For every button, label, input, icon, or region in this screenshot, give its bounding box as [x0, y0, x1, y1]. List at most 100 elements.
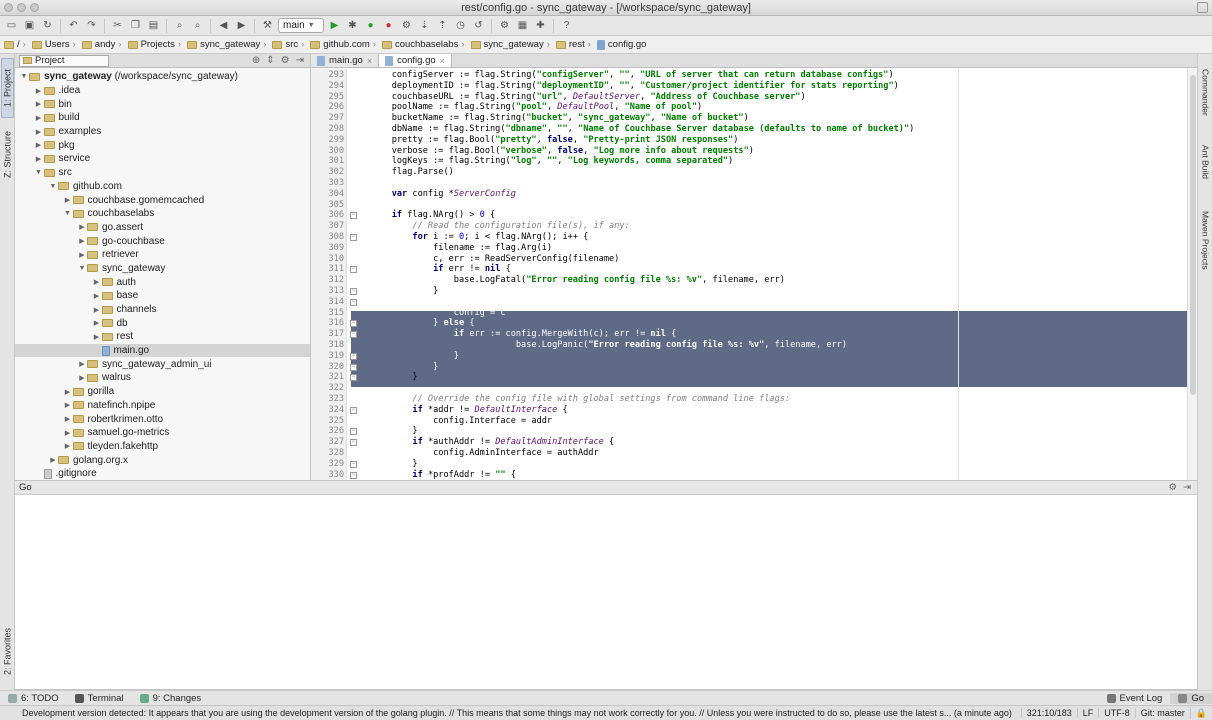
open-icon[interactable]: ▭: [4, 18, 19, 33]
tree-item[interactable]: ▶ golang.org.x: [15, 453, 310, 467]
fold-toggle-icon[interactable]: −: [350, 288, 357, 295]
tree-item[interactable]: ▶ channels: [15, 303, 310, 317]
tree-item[interactable]: ▶ walrus: [15, 371, 310, 385]
breadcrumb-item[interactable]: Projects ›: [127, 39, 181, 50]
hide-icon[interactable]: ⇥: [1183, 482, 1191, 493]
tree-item[interactable]: ▶ go-couchbase: [15, 234, 310, 248]
close-icon[interactable]: ×: [440, 56, 445, 66]
replace-icon[interactable]: ⌕: [190, 18, 205, 33]
project-structure-icon[interactable]: ▦: [515, 18, 530, 33]
vcs-commit-icon[interactable]: ⇡: [435, 18, 450, 33]
expanded-arrow-icon[interactable]: ▼: [77, 265, 87, 272]
code-area[interactable]: 293 configServer := flag.String("configS…: [311, 69, 1197, 480]
close-icon[interactable]: ×: [367, 56, 372, 66]
save-all-icon[interactable]: ▣: [22, 18, 37, 33]
editor-tab[interactable]: config.go ×: [379, 54, 452, 67]
fold-toggle-icon[interactable]: −: [350, 331, 357, 339]
forward-icon[interactable]: ▶: [234, 18, 249, 33]
collapsed-arrow-icon[interactable]: ▶: [77, 237, 87, 245]
collapsed-arrow-icon[interactable]: ▶: [63, 442, 73, 450]
fold-toggle-icon[interactable]: −: [350, 439, 357, 447]
tree-item[interactable]: ▼ github.com: [15, 180, 310, 194]
editor-scrollbar[interactable]: [1187, 69, 1197, 480]
undo-icon[interactable]: ↶: [66, 18, 81, 33]
tree-item[interactable]: ▶ samuel.go-metrics: [15, 426, 310, 440]
tab-terminal[interactable]: Terminal: [67, 693, 132, 704]
tree-item[interactable]: ▶ auth: [15, 275, 310, 289]
collapsed-arrow-icon[interactable]: ▶: [48, 456, 58, 464]
breadcrumb-item[interactable]: sync_gateway ›: [187, 39, 266, 50]
tree-item[interactable]: ▶ couchbase.gomemcached: [15, 193, 310, 207]
tree-item[interactable]: ▶ bin: [15, 97, 310, 111]
editor-tab[interactable]: main.go ×: [311, 54, 380, 67]
tab-changes[interactable]: 9: Changes: [132, 693, 210, 704]
copy-icon[interactable]: ❐: [128, 18, 143, 33]
collapsed-arrow-icon[interactable]: ▶: [92, 333, 102, 341]
settings-icon[interactable]: ⚙: [497, 18, 512, 33]
tab-ant-build[interactable]: Ant Build: [1199, 136, 1212, 188]
sync-icon[interactable]: ↻: [40, 18, 55, 33]
tab-todo[interactable]: 6: TODO: [0, 693, 67, 704]
gear-icon[interactable]: ⚙: [281, 55, 290, 66]
fold-toggle-icon[interactable]: −: [350, 374, 357, 382]
tree-item[interactable]: ▶ go.assert: [15, 221, 310, 235]
run-configuration-select[interactable]: main ▼: [278, 18, 324, 33]
breadcrumb-item[interactable]: github.com ›: [310, 39, 376, 50]
help-icon[interactable]: ?: [559, 18, 574, 33]
collapsed-arrow-icon[interactable]: ▶: [34, 141, 44, 149]
sync-scroll-icon[interactable]: ⊕: [252, 55, 260, 66]
vcs-revert-icon[interactable]: ↺: [471, 18, 486, 33]
collapsed-arrow-icon[interactable]: ▶: [92, 319, 102, 327]
expanded-arrow-icon[interactable]: ▼: [34, 169, 44, 176]
tab-project[interactable]: 1: Project: [1, 58, 14, 118]
collapsed-arrow-icon[interactable]: ▶: [63, 196, 73, 204]
collapsed-arrow-icon[interactable]: ▶: [34, 100, 44, 108]
coverage-icon[interactable]: ●: [363, 18, 378, 33]
collapsed-arrow-icon[interactable]: ▶: [77, 360, 87, 368]
expanded-arrow-icon[interactable]: ▼: [63, 210, 73, 217]
collapsed-arrow-icon[interactable]: ▶: [63, 429, 73, 437]
line-separator[interactable]: LF: [1076, 708, 1099, 718]
vcs-history-icon[interactable]: ◷: [453, 18, 468, 33]
debug-icon[interactable]: ✱: [345, 18, 360, 33]
fold-toggle-icon[interactable]: −: [350, 298, 357, 306]
collapsed-arrow-icon[interactable]: ▶: [92, 306, 102, 314]
scrollbar-thumb[interactable]: [1190, 75, 1196, 395]
collapse-all-icon[interactable]: ⇕: [266, 55, 274, 66]
breadcrumb-item[interactable]: couchbaselabs ›: [381, 39, 465, 50]
breadcrumb-item[interactable]: config.go: [596, 39, 646, 50]
tab-structure[interactable]: Z: Structure: [1, 122, 14, 186]
tree-item[interactable]: ▶ tleyden.fakehttp: [15, 440, 310, 454]
go-tool-window[interactable]: [15, 495, 1197, 690]
collapsed-arrow-icon[interactable]: ▶: [34, 114, 44, 122]
breadcrumb-item[interactable]: sync_gateway ›: [470, 39, 550, 50]
tree-item[interactable]: ▶ examples: [15, 125, 310, 139]
tree-item[interactable]: ▶ db: [15, 316, 310, 330]
breadcrumb-item[interactable]: src ›: [272, 39, 304, 50]
breadcrumb-item[interactable]: / ›: [4, 39, 26, 50]
redo-icon[interactable]: ↷: [84, 18, 99, 33]
breadcrumb-item[interactable]: andy ›: [81, 39, 122, 50]
expanded-arrow-icon[interactable]: ▼: [48, 183, 58, 190]
tree-item[interactable]: ▶ .idea: [15, 84, 310, 98]
fold-toggle-icon[interactable]: −: [350, 406, 357, 414]
fold-toggle-icon[interactable]: −: [350, 352, 357, 360]
fold-toggle-icon[interactable]: −: [350, 266, 357, 274]
gear-icon[interactable]: ⚙: [1169, 482, 1178, 493]
fold-toggle-icon[interactable]: −: [350, 428, 357, 436]
lock-icon[interactable]: 🔒: [1189, 707, 1212, 719]
profiler-icon[interactable]: ⚙: [399, 18, 414, 33]
collapsed-arrow-icon[interactable]: ▶: [77, 374, 87, 382]
caret-position[interactable]: 321:10/183: [1020, 708, 1077, 718]
tree-item[interactable]: ▶ service: [15, 152, 310, 166]
collapsed-arrow-icon[interactable]: ▶: [63, 415, 73, 423]
tree-item[interactable]: main.go: [15, 343, 310, 358]
collapsed-arrow-icon[interactable]: ▶: [92, 278, 102, 286]
tree-item[interactable]: ▶ pkg: [15, 138, 310, 152]
tree-item[interactable]: ▼ sync_gateway: [15, 262, 310, 276]
fold-toggle-icon[interactable]: −: [350, 320, 357, 328]
tree-item[interactable]: ▶ natefinch.npipe: [15, 399, 310, 413]
paste-icon[interactable]: ▤: [146, 18, 161, 33]
tree-item[interactable]: ▶ retriever: [15, 248, 310, 262]
fullscreen-button[interactable]: [1197, 2, 1208, 13]
